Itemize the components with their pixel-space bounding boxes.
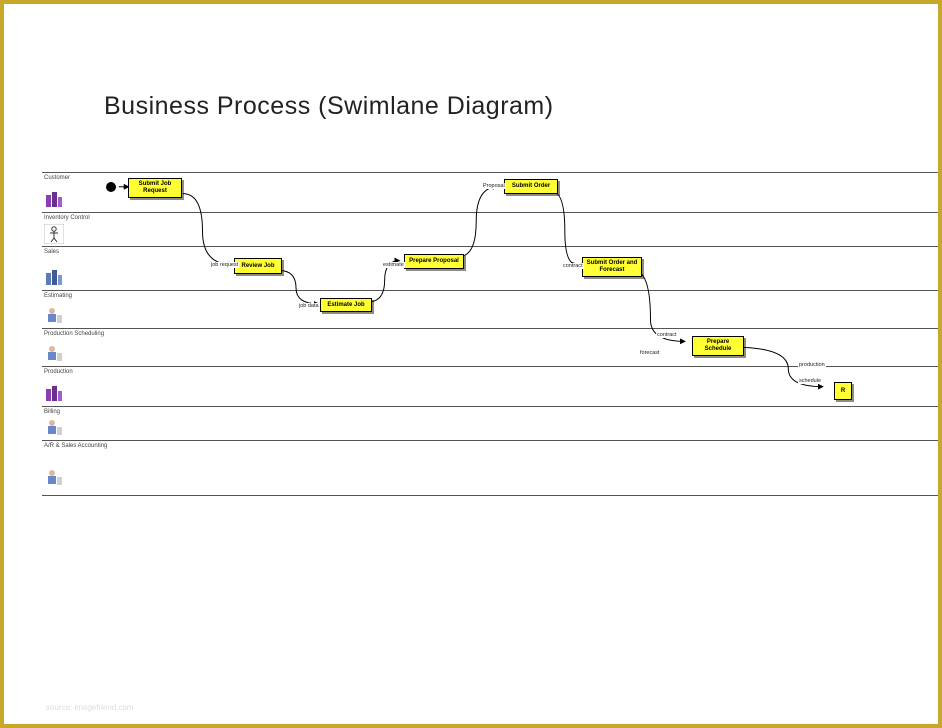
start-node [106,182,116,192]
lane-sales: Sales [42,246,938,290]
lane-label: Production [44,369,73,375]
lane-label: Production Scheduling [44,331,104,337]
edge-label-forecast: forecast [639,350,661,356]
edge-label-contract: contract [562,263,584,269]
node-submit-order-forecast: Submit Order and Forecast [582,257,642,277]
swimlane-diagram: Customer Inventory Control Sales Estimat… [42,172,938,684]
edge-label-schedule: schedule [798,378,822,384]
edge-label-job-data: job data [298,303,320,309]
node-submit-job-request: Submit Job Request [128,178,182,198]
node-submit-order: Submit Order [504,179,558,194]
lane-label: Estimating [44,293,72,299]
lane-inventory: Inventory Control [42,212,938,246]
person-icon [44,467,64,487]
lane-production: Production [42,366,938,406]
node-review-job: Review Job [234,258,282,274]
lane-prod-sched: Production Scheduling [42,328,938,366]
diagram-title: Business Process (Swimlane Diagram) [104,92,554,121]
edge-label-production: production [798,362,826,368]
person-icon [44,343,64,363]
node-partial: R [834,382,852,400]
person-icon [44,417,64,437]
lane-billing: Billing [42,406,938,440]
person-icon [44,305,64,325]
footer-text: source: imagefriend.com [46,703,134,712]
lane-ar-accounting: A/R & Sales Accounting [42,440,938,496]
building-icon [44,267,64,287]
lane-label: Inventory Control [44,215,90,221]
page-frame: Business Process (Swimlane Diagram) Cust… [0,0,942,728]
lane-label: A/R & Sales Accounting [44,443,107,449]
lane-label: Customer [44,175,70,181]
node-prepare-proposal: Prepare Proposal [404,254,464,269]
edge-label-contract2: contract [656,332,678,338]
building-icon [44,383,64,403]
node-prepare-schedule: Prepare Schedule [692,336,744,356]
lane-label: Billing [44,409,60,415]
edge-label-proposal: Proposal [482,183,506,189]
lane-label: Sales [44,249,59,255]
edge-label-estimate: estimate [382,262,405,268]
building-icon [44,189,64,209]
edge-label-job-request: job request [210,262,239,268]
lane-estimating: Estimating [42,290,938,328]
actor-icon [44,224,64,244]
node-estimate-job: Estimate Job [320,298,372,312]
